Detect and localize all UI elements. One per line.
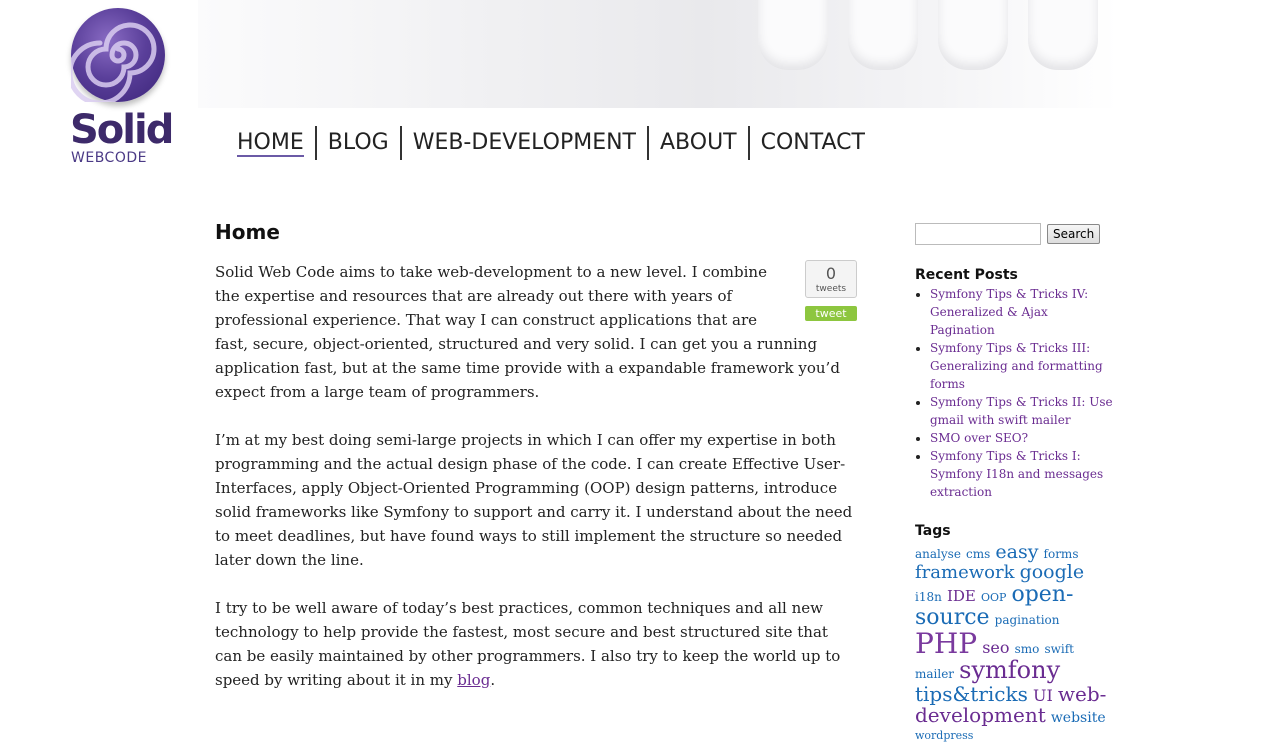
main-nav: HOME BLOG WEB-DEVELOPMENT ABOUT CONTACT: [226, 126, 876, 160]
practices-paragraph: I try to be well aware of today’s best p…: [215, 599, 841, 689]
list-item: Symfony Tips & Tricks I: Symfony I18n an…: [930, 447, 1115, 501]
list-item: SMO over SEO?: [930, 429, 1115, 447]
spiral-logo-icon: [71, 8, 165, 102]
header-banner: [198, 0, 1118, 108]
search-button[interactable]: Search: [1047, 224, 1101, 244]
tag-link[interactable]: OOP: [981, 591, 1006, 604]
tag-cloud: analyse cms easy forms framework google …: [915, 541, 1115, 742]
search-input[interactable]: [915, 223, 1041, 245]
tweet-widget: 0 tweets tweet: [805, 260, 857, 321]
expertise-paragraph: I’m at my best doing semi-large projects…: [215, 431, 853, 569]
tweet-count: 0: [825, 264, 837, 283]
tag-link[interactable]: i18n: [915, 590, 942, 604]
tag-link[interactable]: framework: [915, 562, 1014, 583]
tag-link[interactable]: cms: [966, 547, 990, 561]
tag-link[interactable]: IDE: [947, 587, 976, 605]
nav-home[interactable]: HOME: [226, 126, 315, 160]
site-logo[interactable]: Solid WEBCODE: [70, 8, 174, 168]
recent-posts-title: Recent Posts: [915, 267, 1018, 283]
list-item: Symfony Tips & Tricks II: Use gmail with…: [930, 393, 1115, 429]
recent-post-link[interactable]: Symfony Tips & Tricks I: Symfony I18n an…: [930, 449, 1103, 499]
recent-post-link[interactable]: SMO over SEO?: [930, 431, 1028, 445]
nav-contact[interactable]: CONTACT: [747, 126, 876, 160]
tag-link[interactable]: easy: [995, 541, 1038, 563]
recent-posts-list: Symfony Tips & Tricks IV: Generalized & …: [915, 285, 1115, 501]
tweet-button[interactable]: tweet: [805, 306, 857, 321]
intro-paragraph: Solid Web Code aims to take web-developm…: [215, 263, 840, 401]
logo-wordmark: Solid: [70, 107, 174, 153]
list-item: Symfony Tips & Tricks IV: Generalized & …: [930, 285, 1115, 339]
tweet-count-label: tweets: [815, 284, 847, 294]
tag-link[interactable]: wordpress: [915, 729, 973, 742]
nav-blog[interactable]: BLOG: [314, 126, 400, 160]
search-form: Search: [915, 223, 1115, 245]
tag-link[interactable]: pagination: [995, 613, 1060, 627]
tag-link[interactable]: analyse: [915, 547, 961, 561]
tag-link[interactable]: google: [1020, 561, 1085, 583]
tag-link[interactable]: symfony: [959, 656, 1060, 684]
tag-link[interactable]: smo: [1015, 642, 1040, 656]
page-title: Home: [215, 220, 280, 244]
nav-about[interactable]: ABOUT: [647, 126, 748, 160]
list-item: Symfony Tips & Tricks III: Generalizing …: [930, 339, 1115, 393]
tag-link[interactable]: seo: [982, 638, 1009, 657]
tag-link[interactable]: PHP: [915, 627, 977, 660]
tag-link[interactable]: forms: [1044, 547, 1079, 561]
recent-post-link[interactable]: Symfony Tips & Tricks III: Generalizing …: [930, 341, 1103, 391]
tag-link[interactable]: website: [1051, 710, 1106, 726]
tweet-counter: 0 tweets: [805, 260, 857, 298]
blog-link[interactable]: blog: [457, 671, 490, 689]
main-content: Home 0 tweets tweet Solid Web Code aims …: [215, 220, 857, 716]
nav-web-development[interactable]: WEB-DEVELOPMENT: [399, 126, 647, 160]
recent-post-link[interactable]: Symfony Tips & Tricks IV: Generalized & …: [930, 287, 1088, 337]
sidebar: Search Recent Posts Symfony Tips & Trick…: [915, 223, 1115, 742]
tags-title: Tags: [915, 523, 951, 539]
logo-subtitle: WEBCODE: [71, 150, 147, 166]
recent-post-link[interactable]: Symfony Tips & Tricks II: Use gmail with…: [930, 395, 1113, 427]
